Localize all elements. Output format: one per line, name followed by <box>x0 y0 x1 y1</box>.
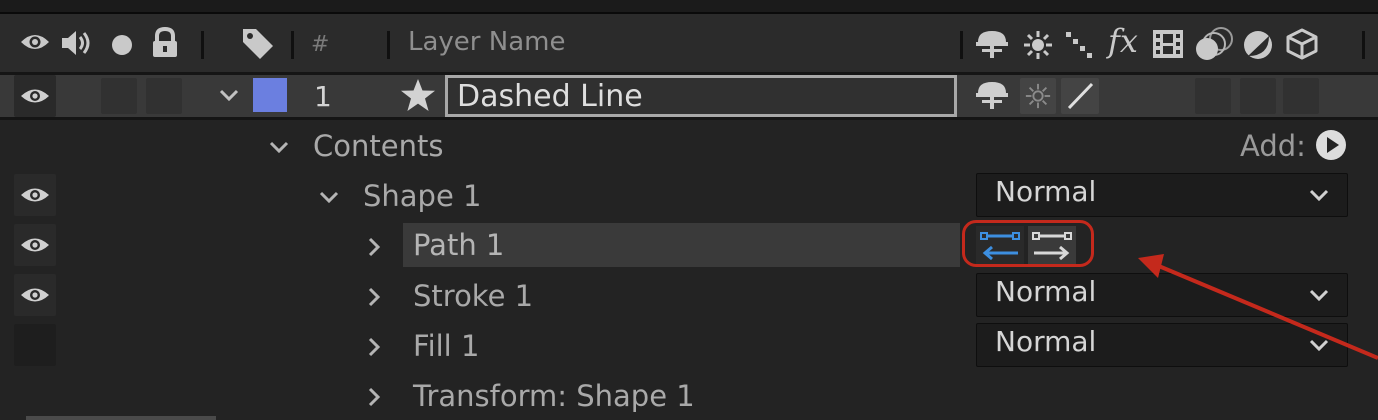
path-visibility-toggle[interactable] <box>14 224 56 266</box>
layer-number: 1 <box>314 80 332 113</box>
solo-dot-icon[interactable] <box>111 34 133 56</box>
adjustment-icon[interactable] <box>1242 29 1274 61</box>
motion-blur-switch[interactable] <box>1195 78 1231 114</box>
layer-visibility-toggle[interactable] <box>14 75 56 117</box>
shy-icon[interactable] <box>974 28 1010 60</box>
fx-icon[interactable]: fx <box>1108 22 1138 60</box>
motion-blur-icon[interactable] <box>1193 25 1235 63</box>
number-column-header[interactable]: # <box>311 32 329 57</box>
contents-label[interactable]: Contents <box>313 129 443 163</box>
speaker-icon[interactable] <box>60 29 94 57</box>
chevron-down-icon[interactable] <box>218 84 240 106</box>
shape-1-label[interactable]: Shape 1 <box>363 179 481 213</box>
lock-icon[interactable] <box>150 27 180 59</box>
header-separator <box>201 31 204 59</box>
header-separator <box>1362 31 1365 59</box>
collapse-transform-switch[interactable] <box>1020 78 1056 114</box>
collapse-sun-icon[interactable] <box>1023 30 1053 60</box>
eye-icon <box>20 86 50 106</box>
shape-visibility-toggle[interactable] <box>14 174 56 216</box>
layer-name-text: Dashed Line <box>457 79 643 114</box>
layer-label-color[interactable] <box>253 78 287 112</box>
3d-layer-switch[interactable] <box>1283 78 1319 114</box>
blend-mode-value: Normal <box>995 175 1097 208</box>
header-separator <box>291 31 294 59</box>
layer-name-column-header[interactable]: Layer Name <box>408 27 565 57</box>
stroke-visibility-toggle[interactable] <box>14 274 56 316</box>
solo-toggle-box[interactable] <box>146 78 182 114</box>
chevron-right-icon[interactable] <box>363 236 385 258</box>
eye-icon <box>20 185 50 205</box>
quality-switch[interactable] <box>1061 78 1099 114</box>
chevron-down-icon[interactable] <box>318 186 340 208</box>
fill-visibility-toggle[interactable] <box>14 324 56 366</box>
star-icon <box>400 78 436 112</box>
blend-mode-value: Normal <box>995 275 1097 308</box>
shape-blend-mode-dropdown[interactable]: Normal <box>976 173 1348 217</box>
eye-icon <box>20 285 50 305</box>
audio-toggle-box[interactable] <box>101 78 137 114</box>
add-label: Add: <box>1240 129 1306 163</box>
quality-icon[interactable] <box>1064 30 1098 60</box>
shy-icon[interactable] <box>974 79 1010 111</box>
eye-icon <box>20 235 50 255</box>
path-1-row-highlight[interactable]: Path 1 <box>403 223 960 267</box>
stroke-1-label[interactable]: Stroke 1 <box>413 279 533 313</box>
chevron-right-icon[interactable] <box>363 386 385 408</box>
label-color-swatch <box>253 78 287 112</box>
collapse-sun-icon <box>1024 82 1052 110</box>
frame-blend-icon[interactable] <box>1151 28 1185 60</box>
add-menu-play-icon[interactable] <box>1315 129 1347 161</box>
path-1-label: Path 1 <box>413 228 505 262</box>
fill-1-label[interactable]: Fill 1 <box>413 329 479 363</box>
chevron-right-icon[interactable] <box>363 336 385 358</box>
eye-icon[interactable] <box>20 30 50 54</box>
header-separator <box>387 31 390 59</box>
horizontal-scrollbar[interactable] <box>26 416 216 420</box>
3d-cube-icon[interactable] <box>1285 27 1319 61</box>
quality-slash-icon <box>1065 81 1095 111</box>
chevron-down-icon[interactable] <box>268 136 290 158</box>
annotation-arrow <box>1130 250 1378 420</box>
adjustment-switch[interactable] <box>1240 78 1276 114</box>
label-tag-icon[interactable] <box>241 27 275 61</box>
highlight-annotation-box <box>962 220 1094 267</box>
layer-name-field[interactable]: Dashed Line <box>445 75 957 117</box>
chevron-right-icon[interactable] <box>363 286 385 308</box>
chevron-down-icon <box>1307 183 1331 207</box>
transform-shape-1-label[interactable]: Transform: Shape 1 <box>413 379 695 413</box>
header-separator <box>960 31 963 59</box>
layer-row-bottom-border <box>0 117 1378 120</box>
blend-mode-value: Normal <box>995 325 1097 358</box>
